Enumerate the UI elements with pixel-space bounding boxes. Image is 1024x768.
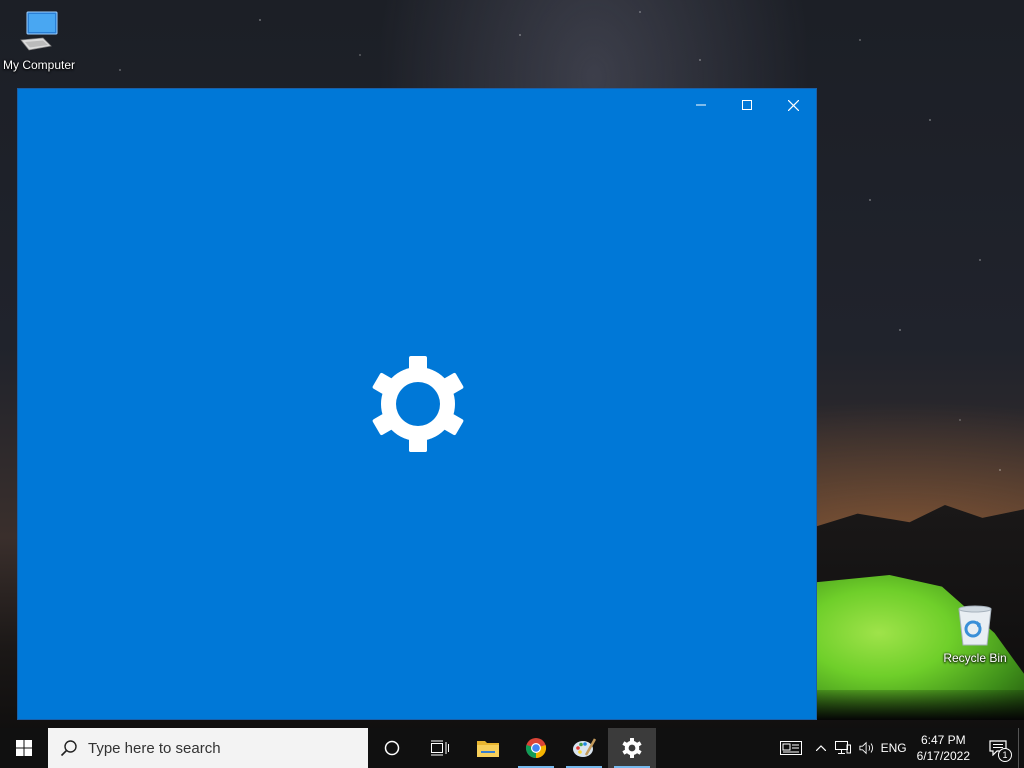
search-placeholder: Type here to search <box>88 739 221 757</box>
settings-taskbar-button[interactable] <box>608 728 656 768</box>
clock-button[interactable]: 6:47 PM 6/17/2022 <box>909 732 978 764</box>
recycle-bin-icon <box>958 605 992 646</box>
close-icon <box>787 99 799 111</box>
close-button[interactable] <box>770 89 816 121</box>
news-button[interactable] <box>771 728 811 768</box>
clock-time: 6:47 PM <box>920 733 966 747</box>
chrome-button[interactable] <box>512 728 560 768</box>
folder-icon <box>477 741 499 757</box>
taskbar: Type here to search ENG 6:47 PM 6/17/202… <box>0 728 1024 768</box>
action-center-button[interactable]: 1 <box>978 728 1018 768</box>
file-explorer-button[interactable] <box>464 728 512 768</box>
task-view-icon <box>431 740 449 756</box>
desktop-icon-my-computer[interactable]: My Computer <box>0 10 81 72</box>
chrome-icon <box>525 738 547 759</box>
task-view-button[interactable] <box>416 728 464 768</box>
desktop-icon-recycle-bin[interactable]: Recycle Bin <box>933 603 1017 665</box>
taskbar-search-box[interactable]: Type here to search <box>48 728 368 768</box>
cortana-button[interactable] <box>368 728 416 768</box>
paint-icon <box>573 738 596 757</box>
cortana-circle-icon <box>384 740 400 756</box>
desktop-icon-label: My Computer <box>2 58 76 72</box>
minimize-icon <box>696 104 706 106</box>
maximize-button[interactable] <box>724 89 770 121</box>
network-button[interactable] <box>831 728 855 768</box>
show-hidden-icons-button[interactable] <box>811 728 831 768</box>
grass-silhouette <box>816 690 1024 720</box>
speaker-icon <box>859 741 873 755</box>
input-language-button[interactable]: ENG <box>879 728 909 768</box>
minimize-button[interactable] <box>678 89 724 121</box>
show-desktop-button[interactable] <box>1018 728 1024 768</box>
system-tray: ENG 6:47 PM 6/17/2022 1 <box>771 728 1024 768</box>
chevron-up-icon <box>815 745 826 751</box>
notification-count-badge: 1 <box>998 748 1012 762</box>
computer-icon <box>20 11 58 51</box>
gear-icon <box>372 356 464 452</box>
windows-logo-icon <box>16 740 32 756</box>
paint-button[interactable] <box>560 728 608 768</box>
window-titlebar-controls <box>678 89 816 121</box>
clock-date: 6/17/2022 <box>916 749 970 763</box>
gear-icon <box>622 738 642 758</box>
desktop-icon-label: Recycle Bin <box>943 651 1007 665</box>
news-icon <box>779 741 802 755</box>
start-button[interactable] <box>0 728 48 768</box>
settings-window[interactable] <box>17 88 817 720</box>
maximize-icon <box>742 100 752 110</box>
search-icon <box>60 740 77 757</box>
volume-button[interactable] <box>855 728 879 768</box>
network-icon <box>834 741 851 754</box>
